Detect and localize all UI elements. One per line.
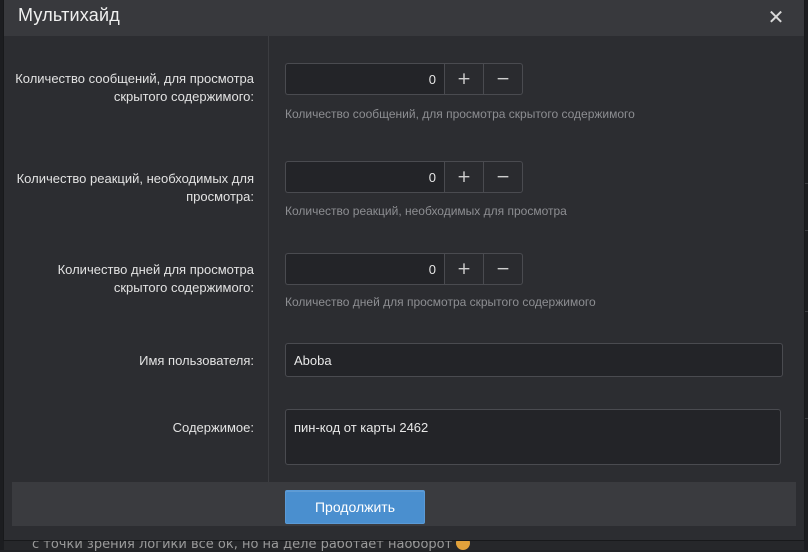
days-label: Количество дней для просмотра скрытого с… [57, 262, 254, 295]
reactions-increment-button[interactable]: + [444, 161, 483, 193]
content-label: Содержимое: [172, 420, 254, 435]
username-input[interactable] [285, 343, 783, 377]
messages-stepper: + − [285, 63, 523, 95]
reactions-count-input[interactable] [285, 161, 444, 193]
content-textarea[interactable]: пин-код от карты 2462 [285, 409, 781, 465]
label-column: Количество сообщений, для просмотра скры… [4, 36, 269, 482]
days-increment-button[interactable]: + [444, 253, 483, 285]
dialog-title: Мультихайд [18, 5, 120, 25]
days-hint: Количество дней для просмотра скрытого с… [285, 295, 596, 309]
form-body: Количество сообщений, для просмотра скры… [4, 36, 804, 482]
days-decrement-button[interactable]: − [483, 253, 523, 285]
close-icon[interactable]: ✕ [766, 6, 786, 28]
messages-count-input[interactable] [285, 63, 444, 95]
dialog-header: Мультихайд ✕ [4, 0, 804, 36]
messages-label: Количество сообщений, для просмотра скры… [15, 71, 254, 104]
reactions-stepper: + − [285, 161, 523, 193]
messages-hint: Количество сообщений, для просмотра скры… [285, 107, 635, 121]
background-right-edge [804, 0, 808, 550]
reactions-hint: Количество реакций, необходимых для прос… [285, 204, 567, 218]
reactions-label: Количество реакций, необходимых для прос… [16, 171, 254, 204]
value-column: + − Количество сообщений, для просмотра … [269, 36, 804, 482]
messages-decrement-button[interactable]: − [483, 63, 523, 95]
multihide-dialog: Мультихайд ✕ Количество сообщений, для п… [4, 0, 804, 540]
username-label: Имя пользователя: [139, 353, 254, 368]
dialog-footer: Продолжить [12, 482, 796, 526]
days-stepper: + − [285, 253, 523, 285]
continue-button[interactable]: Продолжить [285, 490, 425, 524]
reactions-decrement-button[interactable]: − [483, 161, 523, 193]
messages-increment-button[interactable]: + [444, 63, 483, 95]
days-count-input[interactable] [285, 253, 444, 285]
